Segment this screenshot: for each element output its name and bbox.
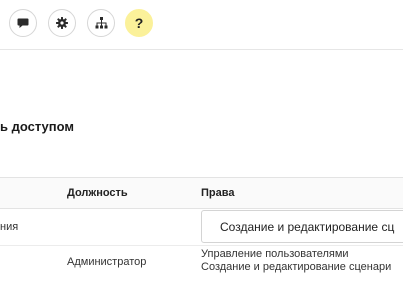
settings-button[interactable] xyxy=(48,9,76,37)
chat-icon xyxy=(17,17,29,29)
rights-select[interactable]: Создание и редактирование сц xyxy=(201,210,403,243)
page: ? ь доступом Должность Права ния Создани… xyxy=(0,0,403,294)
org-structure-button[interactable] xyxy=(87,9,115,37)
gear-icon xyxy=(56,17,68,29)
help-button[interactable]: ? xyxy=(125,9,153,37)
chat-button[interactable] xyxy=(9,9,37,37)
rights-item: Создание и редактирование сценари xyxy=(201,261,392,273)
table-row[interactable]: Администратор Управление пользователями … xyxy=(0,246,403,279)
rights-list: Управление пользователями Создание и ред… xyxy=(201,248,391,274)
column-header-rights: Права xyxy=(201,187,235,199)
user-name-cell: ния xyxy=(0,221,19,233)
rights-item: Управление пользователями xyxy=(201,248,349,260)
position-cell: Администратор xyxy=(67,256,147,268)
rights-select-value: Создание и редактирование сц xyxy=(220,219,395,234)
access-table: Должность Права ния Создание и редактиро… xyxy=(0,177,403,279)
toolbar: ? xyxy=(0,0,403,50)
table-row[interactable]: ния Создание и редактирование сц xyxy=(0,209,403,246)
column-header-position: Должность xyxy=(67,187,128,199)
table-header: Должность Права xyxy=(0,177,403,209)
help-icon: ? xyxy=(134,15,144,31)
section-title: ь доступом xyxy=(0,119,75,134)
org-structure-icon xyxy=(95,17,108,29)
